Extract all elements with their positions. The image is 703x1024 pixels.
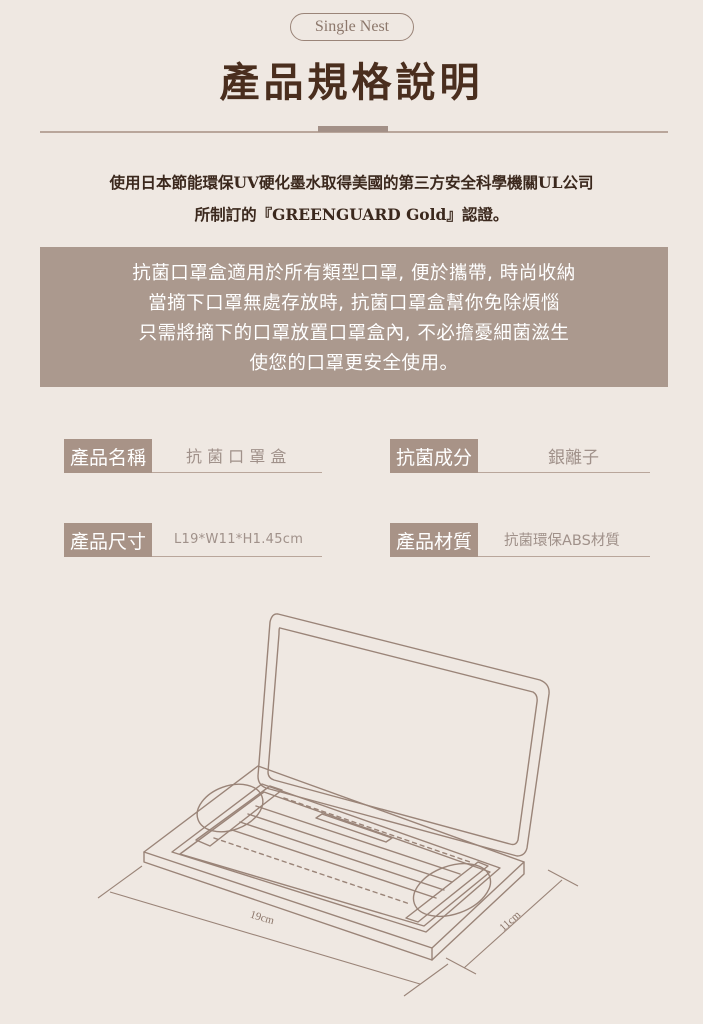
brand-badge: Single Nest	[290, 13, 414, 41]
length-dimension-label: 19cm	[249, 909, 276, 927]
spec-label: 抗菌成分	[390, 439, 479, 473]
title-divider-accent	[318, 126, 388, 132]
spec-value: 銀離子	[548, 447, 599, 468]
spec-product-size: 產品尺寸 L19*W11*H1.45cm	[64, 523, 322, 557]
box-lid	[257, 613, 550, 857]
spec-value: L19*W11*H1.45cm	[174, 531, 304, 547]
spec-value: 抗 菌 口 罩 盒	[186, 447, 287, 466]
spec-value: 抗菌環保ABS材質	[504, 532, 620, 549]
page-title: 產品規格說明	[219, 59, 484, 106]
spec-label: 產品尺寸	[64, 523, 153, 557]
mask-box-illustration: 19cm 11cm	[97, 613, 579, 997]
spec-label: 產品材質	[390, 523, 479, 557]
spec-label: 產品名稱	[64, 439, 153, 473]
banner-line-2: 當摘下口罩無處存放時, 抗菌口罩盒幫你免除煩惱	[148, 293, 560, 314]
width-dimension-label: 11cm	[497, 909, 523, 934]
spec-antibacterial-ingredient: 抗菌成分 銀離子	[390, 439, 650, 473]
intro-line-1: 使用日本節能環保UV硬化墨水取得美國的第三方安全科學機關UL公司	[109, 173, 594, 192]
feature-banner: 抗菌口罩盒適用於所有類型口罩, 便於攜帶, 時尚收納 當摘下口罩無處存放時, 抗…	[40, 247, 668, 387]
intro-line-2: 所制訂的『GREENGUARD Gold』認證。	[194, 205, 509, 224]
banner-line-3: 只需將摘下的口罩放置口罩盒內, 不必擔憂細菌滋生	[138, 323, 570, 344]
banner-line-4: 使您的口罩更安全使用。	[249, 353, 459, 374]
brand-name: Single Nest	[314, 18, 390, 35]
spec-product-name: 產品名稱 抗 菌 口 罩 盒	[64, 439, 322, 473]
banner-line-1: 抗菌口罩盒適用於所有類型口罩, 便於攜帶, 時尚收納	[132, 263, 576, 284]
spec-product-material: 產品材質 抗菌環保ABS材質	[390, 523, 650, 557]
